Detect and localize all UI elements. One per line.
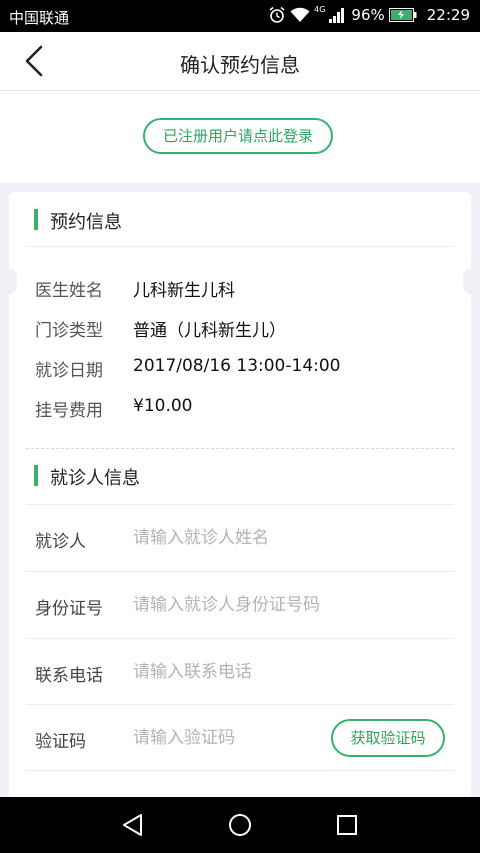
field-label: 验证码 (35, 732, 86, 752)
get-code-button[interactable]: 获取验证码 (331, 719, 445, 757)
section-title: 预约信息 (50, 212, 122, 233)
alarm-icon (268, 6, 286, 24)
battery-icon (388, 8, 417, 22)
signal-icon (329, 7, 345, 23)
login-area: 已注册用户请点此登录 (0, 91, 480, 183)
battery-percent: 96% (351, 6, 385, 24)
ticket-notch-left (1, 268, 17, 294)
divider (26, 770, 454, 771)
info-label: 挂号费用 (35, 401, 103, 421)
system-nav-bar (0, 797, 480, 853)
wifi-icon (290, 7, 310, 23)
field-label: 就诊人 (35, 532, 86, 552)
info-value: 普通（儿科新生儿） (133, 321, 286, 341)
patient-section-header: 就诊人信息 (9, 448, 471, 502)
navigation-bar: 确认预约信息 (0, 32, 480, 91)
appointment-card: 预约信息 医生姓名 儿科新生儿科 门诊类型 普通（儿科新生儿） 就诊日期 201… (9, 192, 471, 802)
form-row-id-number: 身份证号 (9, 572, 471, 638)
info-label: 就诊日期 (35, 361, 103, 381)
id-number-input[interactable] (133, 590, 433, 620)
phone-input[interactable] (133, 657, 433, 687)
home-circle-icon (229, 814, 251, 836)
info-value: ¥10.00 (133, 396, 193, 416)
info-label: 门诊类型 (35, 321, 103, 341)
field-label: 身份证号 (35, 599, 103, 619)
divider (26, 246, 454, 247)
system-back-button[interactable] (119, 811, 147, 839)
system-home-button[interactable] (226, 811, 254, 839)
page-title: 确认预约信息 (180, 53, 300, 77)
verify-code-input[interactable] (133, 723, 313, 753)
ticket-notch-right (463, 268, 479, 294)
clock-time: 22:29 (426, 6, 470, 24)
login-button[interactable]: 已注册用户请点此登录 (143, 118, 333, 154)
section-accent-bar (34, 465, 38, 486)
field-label: 联系电话 (35, 666, 103, 686)
section-title: 就诊人信息 (50, 468, 140, 489)
info-label: 医生姓名 (35, 281, 103, 301)
status-bar: 中国联通 4G 96% 22:29 (0, 0, 480, 32)
network-type-label: 4G (314, 4, 326, 14)
appointment-section-header: 预约信息 (9, 192, 471, 246)
back-triangle-icon (123, 814, 142, 836)
form-row-phone: 联系电话 (9, 639, 471, 705)
form-row-patient-name: 就诊人 (9, 505, 471, 571)
form-row-verify-code: 验证码 获取验证码 (9, 705, 471, 771)
info-value: 儿科新生儿科 (133, 281, 235, 301)
info-value: 2017/08/16 13:00-14:00 (133, 356, 341, 376)
patient-name-input[interactable] (133, 523, 433, 553)
recents-square-icon (337, 815, 357, 835)
system-recents-button[interactable] (333, 811, 361, 839)
carrier-name: 中国联通 (9, 9, 70, 27)
status-icons: 4G 96% 22:29 (268, 4, 470, 24)
section-accent-bar (34, 209, 38, 230)
